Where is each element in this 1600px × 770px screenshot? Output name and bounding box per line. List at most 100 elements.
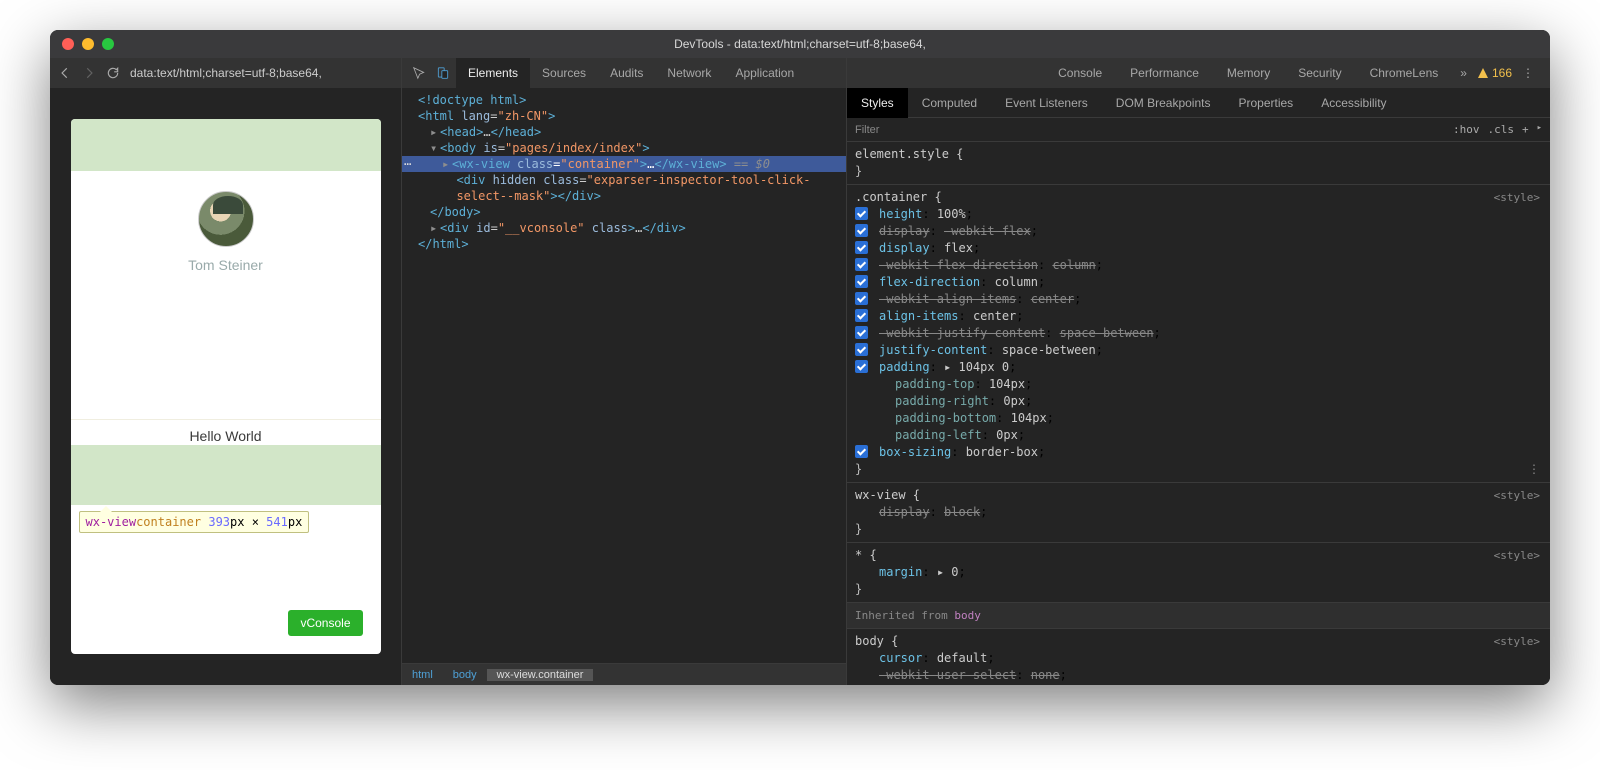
phone-mid-band	[71, 445, 381, 505]
tab-memory[interactable]: Memory	[1215, 58, 1282, 88]
css-sub-prop[interactable]: padding-right: 0px;	[855, 393, 1542, 410]
maximize-icon[interactable]	[102, 38, 114, 50]
tree-line[interactable]: <html lang="zh-CN">	[402, 108, 846, 124]
tree-line[interactable]: </body>	[402, 204, 846, 220]
add-rule-button[interactable]: +	[1522, 123, 1529, 136]
tree-line[interactable]: </html>	[402, 236, 846, 252]
css-prop[interactable]: height: 100%;	[855, 206, 1542, 223]
forward-icon[interactable]	[82, 66, 96, 80]
more-tabs-icon[interactable]: »	[1454, 66, 1473, 80]
url-text: data:text/html;charset=utf-8;base64,	[130, 66, 322, 80]
chevron-icon[interactable]: ▸	[1537, 123, 1542, 136]
css-prop[interactable]: margin: ▸ 0;	[855, 564, 1542, 581]
css-prop[interactable]: display: -webkit-flex;	[855, 223, 1542, 240]
menu-icon[interactable]: ⋮	[1516, 66, 1540, 80]
subtab-styles[interactable]: Styles	[847, 88, 908, 118]
tab-performance[interactable]: Performance	[1118, 58, 1211, 88]
css-prop[interactable]: justify-content: space-between;	[855, 342, 1542, 359]
rule-star[interactable]: <style> * { margin: ▸ 0; }	[847, 543, 1550, 603]
tab-security[interactable]: Security	[1286, 58, 1353, 88]
css-prop[interactable]: display: flex;	[855, 240, 1542, 257]
tab-sources[interactable]: Sources	[530, 58, 598, 88]
tree-line[interactable]: <!doctype html>	[402, 92, 846, 108]
checkbox-icon[interactable]	[855, 241, 868, 254]
minimize-icon[interactable]	[82, 38, 94, 50]
checkbox-icon[interactable]	[855, 360, 868, 373]
url-bar: data:text/html;charset=utf-8;base64,	[50, 58, 401, 88]
cls-button[interactable]: .cls	[1487, 123, 1514, 136]
checkbox-icon[interactable]	[855, 343, 868, 356]
hov-button[interactable]: :hov	[1453, 123, 1480, 136]
css-prop[interactable]: display: block;	[855, 504, 1542, 521]
css-sub-prop[interactable]: padding-left: 0px;	[855, 427, 1542, 444]
css-prop[interactable]: padding: ▸ 104px 0;	[855, 359, 1542, 376]
tree-line-selected[interactable]: ▸<wx-view class="container">…</wx-view> …	[402, 156, 846, 172]
css-prop[interactable]: -webkit-user-select: none;	[855, 667, 1542, 684]
css-prop[interactable]: -webkit-flex-direction: column;	[855, 257, 1542, 274]
back-icon[interactable]	[58, 66, 72, 80]
filter-row: :hov .cls + ▸	[847, 118, 1550, 142]
rule-source[interactable]: <style>	[1494, 633, 1540, 650]
reload-icon[interactable]	[106, 66, 120, 80]
checkbox-icon[interactable]	[855, 309, 868, 322]
content: data:text/html;charset=utf-8;base64, Tom…	[50, 58, 1550, 685]
breadcrumbs: html body wx-view.container	[402, 663, 846, 685]
checkbox-icon[interactable]	[855, 292, 868, 305]
rule-body[interactable]: <style> body { cursor: default;-webkit-u…	[847, 629, 1550, 685]
css-prop[interactable]: user-select: none;	[855, 684, 1542, 685]
rule-source[interactable]: <style>	[1494, 487, 1540, 504]
elements-panel: Elements Sources Audits Network Applicat…	[402, 58, 847, 685]
css-prop[interactable]: box-sizing: border-box;	[855, 444, 1542, 461]
checkbox-icon[interactable]	[855, 326, 868, 339]
tree-line[interactable]: <div hidden class="exparser-inspector-to…	[402, 172, 846, 188]
window-title: DevTools - data:text/html;charset=utf-8;…	[50, 37, 1550, 51]
elements-tree[interactable]: <!doctype html> <html lang="zh-CN"> ▸<he…	[402, 88, 846, 663]
subtab-listeners[interactable]: Event Listeners	[991, 88, 1102, 118]
css-prop[interactable]: -webkit-justify-content: space-between;	[855, 325, 1542, 342]
tab-elements[interactable]: Elements	[456, 58, 530, 88]
tab-console[interactable]: Console	[1046, 58, 1114, 88]
rule-wx-view[interactable]: <style> wx-view { display: block; }	[847, 483, 1550, 543]
css-prop[interactable]: -webkit-align-items: center;	[855, 291, 1542, 308]
close-icon[interactable]	[62, 38, 74, 50]
css-prop[interactable]: align-items: center;	[855, 308, 1542, 325]
css-prop[interactable]: flex-direction: column;	[855, 274, 1542, 291]
breadcrumb-item[interactable]: html	[402, 669, 443, 681]
tree-line[interactable]: select--mask"></div>	[402, 188, 846, 204]
css-prop[interactable]: cursor: default;	[855, 650, 1542, 667]
checkbox-icon[interactable]	[855, 207, 868, 220]
subtab-properties[interactable]: Properties	[1224, 88, 1307, 118]
styles-body[interactable]: element.style { } <style> .container { h…	[847, 142, 1550, 685]
css-sub-prop[interactable]: padding-bottom: 104px;	[855, 410, 1542, 427]
rule-source[interactable]: <style>	[1494, 547, 1540, 564]
filter-input[interactable]	[847, 124, 1445, 136]
tree-line[interactable]: ▸<head>…</head>	[402, 124, 846, 140]
tree-line[interactable]: ▸<div id="__vconsole" class>…</div>	[402, 220, 846, 236]
breadcrumb-item[interactable]: wx-view.container	[487, 669, 594, 681]
breadcrumb-item[interactable]: body	[443, 669, 487, 681]
subtab-computed[interactable]: Computed	[908, 88, 991, 118]
checkbox-icon[interactable]	[855, 445, 868, 458]
filter-buttons: :hov .cls + ▸	[1445, 123, 1550, 136]
vconsole-button[interactable]: vConsole	[288, 610, 362, 636]
rule-source[interactable]: <style>	[1494, 189, 1540, 206]
tab-application[interactable]: Application	[723, 58, 806, 88]
avatar	[198, 191, 254, 247]
warning-badge[interactable]: 166	[1477, 66, 1512, 80]
main-tabs: Elements Sources Audits Network Applicat…	[402, 58, 846, 88]
checkbox-icon[interactable]	[855, 258, 868, 271]
css-sub-prop[interactable]: padding-top: 104px;	[855, 376, 1542, 393]
subtab-accessibility[interactable]: Accessibility	[1307, 88, 1400, 118]
subtab-dom-breakpoints[interactable]: DOM Breakpoints	[1102, 88, 1225, 118]
rule-element-style[interactable]: element.style { }	[847, 142, 1550, 185]
tab-chromelens[interactable]: ChromeLens	[1358, 58, 1451, 88]
tree-line[interactable]: ▾<body is="pages/index/index">	[402, 140, 846, 156]
device-toggle-icon[interactable]	[432, 62, 454, 84]
inspect-icon[interactable]	[408, 62, 430, 84]
tab-network[interactable]: Network	[655, 58, 723, 88]
rule-menu-icon[interactable]: ⋮	[1528, 461, 1540, 478]
tab-audits[interactable]: Audits	[598, 58, 655, 88]
checkbox-icon[interactable]	[855, 224, 868, 237]
rule-container[interactable]: <style> .container { height: 100%;displa…	[847, 185, 1550, 483]
checkbox-icon[interactable]	[855, 275, 868, 288]
